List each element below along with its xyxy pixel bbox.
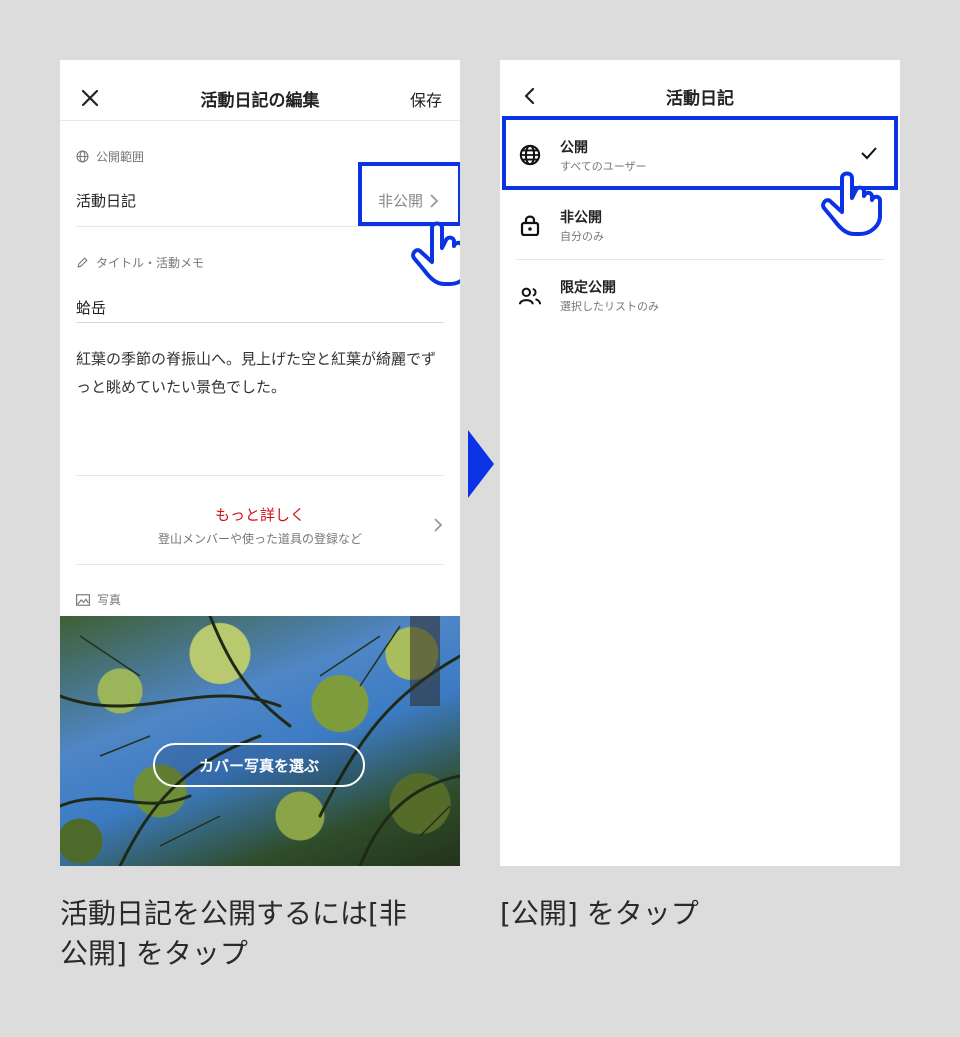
caption-left-line1: 活動日記を公開するには[非	[60, 897, 407, 930]
visibility-section-text: 公開範囲	[96, 150, 145, 164]
more-details-label: もっと詳しく	[214, 506, 305, 524]
option-limited-sub: 選択したリストのみ	[560, 300, 659, 313]
option-limited-title: 限定公開	[560, 280, 616, 296]
caption-left: 活動日記を公開するには[非 公開] をタップ	[60, 894, 470, 974]
lock-icon	[520, 215, 540, 236]
caption-right: [公開] をタップ	[500, 897, 699, 930]
branches-graphic	[60, 616, 460, 866]
visibility-section-label: 公開範囲	[76, 148, 144, 165]
chevron-right-icon	[434, 518, 443, 532]
choose-cover-photo-button[interactable]: カバー写真を選ぶ	[153, 743, 365, 787]
visibility-select-screen: 活動日記 公開 すべてのユーザー 非公開 自分のみ 限定公開 選択したリストのみ	[500, 60, 900, 866]
edit-diary-screen: 活動日記の編集 保存 公開範囲 活動日記 非公開 タイトル・活動メモ 蛤岳 紅葉…	[60, 60, 460, 866]
cover-photo: カバー写真を選ぶ	[60, 616, 460, 866]
option-private-sub: 自分のみ	[560, 230, 604, 243]
tap-hand-icon	[821, 171, 883, 236]
page-title: 活動日記の編集	[200, 91, 320, 111]
save-button[interactable]: 保存	[410, 87, 442, 111]
memo-textarea[interactable]: 紅葉の季節の脊振山へ。見上げた空と紅葉が綺麗でずっと眺めていたい景色でした。	[76, 345, 448, 401]
more-details-sub: 登山メンバーや使った道具の登録など	[157, 532, 362, 546]
next-step-arrow	[468, 430, 494, 498]
photo-section-text: 写真	[97, 593, 122, 607]
image-icon	[76, 593, 90, 606]
tap-hand-icon	[411, 221, 460, 286]
more-details-button[interactable]: もっと詳しく 登山メンバーや使った道具の登録など	[60, 476, 460, 564]
option-private-title: 非公開	[560, 210, 602, 226]
photo-section-label: 写真	[76, 591, 121, 608]
option-limited[interactable]: 限定公開 選択したリストのみ	[500, 260, 900, 330]
visibility-row-label: 活動日記	[76, 192, 137, 210]
page-title: 活動日記	[666, 89, 734, 109]
globe-icon	[76, 150, 89, 163]
title-input[interactable]: 蛤岳	[76, 297, 106, 318]
pencil-icon	[77, 257, 88, 268]
caption-left-line2: 公開] をタップ	[60, 937, 248, 970]
title-memo-section-label: タイトル・活動メモ	[76, 254, 204, 271]
title-memo-section-text: タイトル・活動メモ	[96, 256, 205, 270]
users-icon	[519, 287, 541, 305]
